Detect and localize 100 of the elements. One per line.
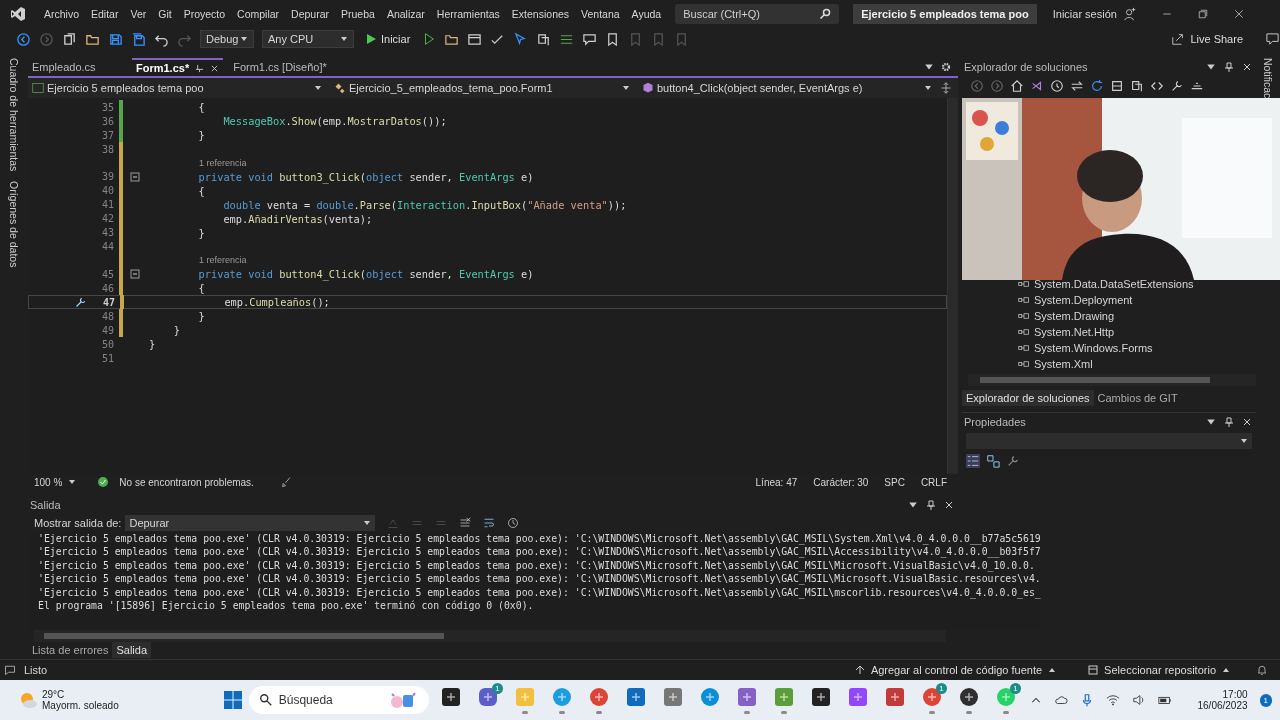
code-line: private void button3_Click(object sender, EventArgs e) — [197, 170, 534, 183]
platform-dropdown[interactable]: Any CPU — [262, 30, 354, 48]
panel-tab[interactable]: Explorador de soluciones — [962, 390, 1094, 406]
line-number: 50 — [100, 338, 114, 350]
sign-in-link[interactable]: Iniciar sesión — [1052, 8, 1117, 20]
weather-condition[interactable]: Mayorm. soleado — [42, 700, 119, 711]
taskbar-search-field[interactable]: Búsqueda — [248, 686, 429, 714]
zoom-dropdown[interactable]: 100 % — [34, 476, 63, 488]
code-line: MessageBox.Show(emp.MostrarDatos()); — [222, 115, 447, 127]
code-line: { — [197, 184, 205, 197]
tree-item[interactable]: System.Xml — [1034, 358, 1093, 370]
output-line: 'Ejercicio 5 empleados tema poo.exe' (CLR v4.0.30319: Ejercicio 5 empleados tema poo.exe): 'C:\WINDOWS\Microsoft.Net\assembly\GAC_MSIL\mscorlib.resources\v4.0_4.0.0.0_es_ — [38, 585, 1041, 600]
column-indicator[interactable]: Carácter: 30 — [808, 476, 874, 488]
output-source-dropdown[interactable]: Depurar — [125, 515, 376, 531]
line-number: 43 — [100, 227, 114, 238]
file-tab[interactable]: Form1.cs [Diseño]* — [229, 58, 331, 76]
tool-window-tab[interactable]: Cuadro de herramientas — [8, 58, 20, 172]
line-number: 37 — [100, 129, 114, 141]
output-line: 'Ejercicio 5 empleados tema poo.exe' (CLR v4.0.30319: Ejercicio 5 empleados tema poo.exe): 'C:\WINDOWS\Microsoft.Net\assembly\GAC_MSIL\Microsoft.VisualBasic\v4.0_10.0.0. — [38, 558, 1036, 573]
file-tab[interactable]: Empleado.cs — [28, 58, 126, 76]
notification-count[interactable]: 1 — [1259, 693, 1272, 707]
code-line: { — [197, 282, 205, 294]
menu-item[interactable]: Compilar — [231, 8, 286, 20]
source-control-button[interactable]: Agregar al control de código fuente — [848, 663, 1063, 677]
line-number: 46 — [100, 282, 114, 294]
code-line: } — [197, 129, 205, 141]
class-dropdown[interactable]: Ejercicio_5_empleados_tema_poo.Form1 — [330, 79, 634, 97]
line-number: 38 — [100, 143, 114, 155]
tree-item[interactable]: System.Data.DataSetExtensions — [1034, 278, 1194, 290]
code-line: emp.AñadirVentas(venta); — [222, 212, 373, 225]
solution-name: Ejercicio 5 empleados tema poo — [853, 4, 1037, 24]
notification-badge: 1 — [1010, 683, 1021, 694]
status-text: Listo — [24, 664, 48, 676]
line-number: 39 — [100, 171, 114, 182]
line-number: 45 — [100, 268, 114, 280]
menu-item[interactable]: Git — [152, 8, 178, 20]
code-line: emp.Cumpleaños(); — [223, 296, 330, 308]
code-line: double venta = double.Parse(Interaction.InputBox("Añade venta")); — [222, 198, 627, 211]
reference-count-link[interactable]: 1 referencia — [199, 157, 247, 168]
code-line: } — [149, 338, 156, 350]
code-line: } — [197, 226, 205, 239]
tree-item[interactable]: System.Deployment — [1034, 294, 1133, 306]
menu-item[interactable]: Analizar — [380, 8, 431, 20]
menu-item[interactable]: Ayuda — [625, 8, 668, 20]
line-number: 36 — [100, 115, 114, 127]
panel-title: Salida — [30, 499, 61, 511]
member-dropdown[interactable]: button4_Click(object sender, EventArgs e) — [638, 79, 936, 97]
menu-item[interactable]: Editar — [85, 8, 125, 20]
line-number: 35 — [100, 101, 114, 113]
menu-item[interactable]: Herramientas — [430, 8, 506, 20]
panel-title: Explorador de soluciones — [964, 61, 1088, 73]
code-line: private void button4_Click(object sender, EventArgs e) — [197, 268, 534, 280]
source-label: Mostrar salida de: — [34, 517, 122, 529]
menu-item[interactable]: Extensiones — [505, 8, 576, 20]
menu-item[interactable]: Ventana — [575, 8, 626, 20]
live-share-button[interactable]: Live Share — [1165, 31, 1249, 47]
tool-window-tab[interactable]: Notificac — [1262, 58, 1274, 99]
output-line: 'Ejercicio 5 empleados tema poo.exe' (CLR v4.0.30319: Ejercicio 5 empleados tema poo.exe): 'C:\WINDOWS\Microsoft.Net\assembly\GAC_MSIL\Accessibility\v4.0_4.0.0.0__b03f5f7 — [38, 545, 1041, 559]
output-line: El programa '[15896] Ejercicio 5 empleados tema poo.exe' terminó con código 0 (0x0). — [38, 599, 535, 613]
line-number: 49 — [100, 324, 114, 336]
line-number: 44 — [100, 241, 114, 252]
tree-item[interactable]: System.Drawing — [1034, 310, 1115, 322]
line-indicator[interactable]: Línea: 47 — [750, 476, 803, 488]
line-number: 40 — [100, 185, 114, 196]
file-tab[interactable]: Form1.cs* — [132, 58, 224, 76]
panel-tab[interactable]: Lista de errores — [28, 642, 113, 658]
configuration-dropdown[interactable]: Debug — [200, 30, 254, 48]
code-line: } — [197, 310, 205, 322]
search-field[interactable]: Buscar (Ctrl+Q) — [675, 4, 840, 24]
menu-item[interactable]: Prueba — [335, 8, 381, 20]
menu-item[interactable]: Ver — [124, 8, 153, 20]
repository-button[interactable]: Seleccionar repositorio — [1082, 663, 1236, 677]
project-dropdown[interactable]: Ejercicio 5 empleados tema poo — [28, 79, 326, 97]
line-number: 48 — [100, 310, 114, 322]
tree-item[interactable]: System.Net.Http — [1034, 326, 1115, 338]
clock-date[interactable]: 16/06/2023 — [1197, 700, 1248, 711]
panel-tab[interactable]: Salida — [112, 642, 151, 658]
menu-item[interactable]: Depurar — [285, 8, 336, 20]
line-number: 42 — [100, 213, 114, 224]
issues-status[interactable]: No se encontraron problemas. — [114, 476, 259, 488]
clock-time[interactable]: 17:00 — [1222, 689, 1248, 700]
menu-item[interactable]: Proyecto — [177, 8, 232, 20]
start-button[interactable]: Iniciar — [362, 33, 415, 45]
line-number: 41 — [100, 199, 114, 210]
code-line: } — [172, 324, 180, 336]
reference-count-link[interactable]: 1 referencia — [199, 255, 247, 266]
notification-badge: 1 — [936, 683, 947, 694]
panel-title: Propiedades — [964, 416, 1026, 428]
output-line: 'Ejercicio 5 empleados tema poo.exe' (CLR v4.0.30319: Ejercicio 5 empleados tema poo.exe): 'C:\WINDOWS\Microsoft.Net\assembly\GAC_MSIL\Microsoft.VisualBasic.resources\v4. — [38, 572, 1041, 586]
panel-tab[interactable]: Cambios de GIT — [1093, 390, 1182, 406]
tree-item[interactable]: System.Windows.Forms — [1034, 342, 1153, 354]
line-ending-indicator[interactable]: CRLF — [915, 476, 952, 488]
menu-item[interactable]: Archivo — [38, 8, 85, 20]
tool-window-tab[interactable]: Orígenes de datos — [8, 181, 20, 268]
temperature[interactable]: 29°C — [42, 689, 119, 700]
code-line: { — [197, 101, 205, 113]
output-line: 'Ejercicio 5 empleados tema poo.exe' (CLR v4.0.30319: Ejercicio 5 empleados tema poo.exe): 'C:\WINDOWS\Microsoft.Net\assembly\GAC_MSIL\System.Xml\v4.0_4.0.0.0__b77a5c5619 — [38, 532, 1041, 546]
line-number: 51 — [100, 352, 114, 364]
line-number: 47 — [101, 296, 115, 308]
whitespace-indicator[interactable]: SPC — [879, 476, 910, 488]
